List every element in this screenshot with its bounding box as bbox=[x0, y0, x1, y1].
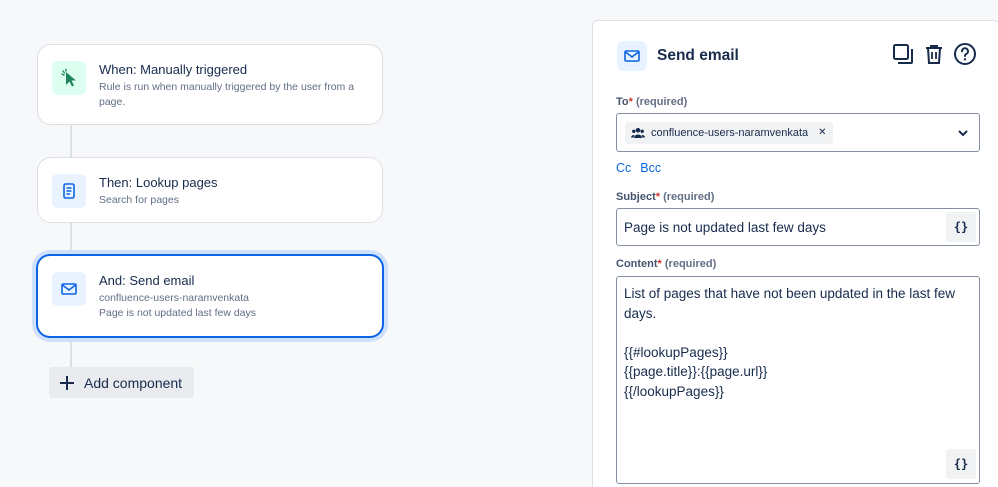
trash-icon[interactable] bbox=[922, 42, 946, 66]
required-asterisk: * bbox=[628, 96, 633, 108]
required-text: (required) bbox=[663, 191, 715, 203]
subject-smart-value-button[interactable]: {} bbox=[946, 212, 976, 242]
subject-input[interactable] bbox=[616, 208, 980, 246]
lookup-pages-title: Then: Lookup pages bbox=[99, 175, 218, 190]
required-text: (required) bbox=[664, 258, 717, 270]
lookup-pages-card[interactable]: Then: Lookup pages Search for pages bbox=[37, 157, 383, 223]
content-label: Content* (required) bbox=[616, 258, 716, 270]
required-text: (required) bbox=[635, 96, 688, 108]
send-email-title: And: Send email bbox=[99, 273, 195, 288]
recipient-chip-label: confluence-users-naramvenkata bbox=[651, 126, 809, 139]
flow-connector bbox=[70, 337, 72, 367]
content-textarea[interactable]: List of pages that have not been updated… bbox=[616, 276, 980, 484]
group-icon bbox=[631, 127, 645, 138]
to-label: To* (required) bbox=[616, 96, 687, 108]
bcc-link[interactable]: Bcc bbox=[640, 161, 661, 175]
duplicate-icon[interactable] bbox=[891, 42, 915, 66]
add-component-button[interactable]: Add component bbox=[49, 367, 194, 398]
required-asterisk: * bbox=[655, 191, 661, 203]
recipient-chip: confluence-users-naramvenkata ✕ bbox=[625, 121, 833, 144]
lookup-pages-description: Search for pages bbox=[99, 194, 179, 206]
content-smart-value-button[interactable]: {} bbox=[946, 449, 976, 479]
subject-label-text: Subject bbox=[616, 191, 656, 203]
envelope-icon bbox=[52, 272, 86, 306]
send-email-card[interactable]: And: Send email confluence-users-naramve… bbox=[36, 254, 384, 338]
help-icon[interactable] bbox=[953, 42, 977, 66]
chevron-down-icon[interactable] bbox=[957, 127, 969, 139]
cc-link[interactable]: Cc bbox=[616, 161, 631, 175]
send-email-subject: Page is not updated last few days bbox=[99, 307, 257, 319]
to-label-text: To bbox=[616, 96, 629, 108]
flow-connector bbox=[70, 124, 72, 158]
envelope-icon bbox=[617, 41, 647, 71]
content-label-text: Content bbox=[616, 258, 658, 270]
required-asterisk: * bbox=[657, 258, 662, 270]
cursor-click-icon bbox=[52, 61, 86, 95]
send-email-recipient: confluence-users-naramvenkata bbox=[99, 292, 249, 304]
send-email-panel: Send email To* (required) confluence-use… bbox=[592, 20, 998, 487]
remove-chip-icon[interactable]: ✕ bbox=[818, 127, 826, 138]
subject-label: Subject* (required) bbox=[616, 191, 714, 203]
document-icon bbox=[52, 174, 86, 208]
trigger-description: Rule is run when manually triggered by t… bbox=[99, 81, 355, 108]
to-recipients-select[interactable]: confluence-users-naramvenkata ✕ bbox=[616, 113, 980, 152]
panel-title: Send email bbox=[657, 47, 739, 64]
flow-connector bbox=[70, 222, 72, 256]
rule-flow: When: Manually triggered Rule is run whe… bbox=[0, 0, 590, 487]
trigger-title: When: Manually triggered bbox=[99, 62, 248, 77]
trigger-card[interactable]: When: Manually triggered Rule is run whe… bbox=[37, 44, 383, 125]
plus-icon bbox=[60, 375, 74, 390]
add-component-label: Add component bbox=[84, 374, 183, 391]
